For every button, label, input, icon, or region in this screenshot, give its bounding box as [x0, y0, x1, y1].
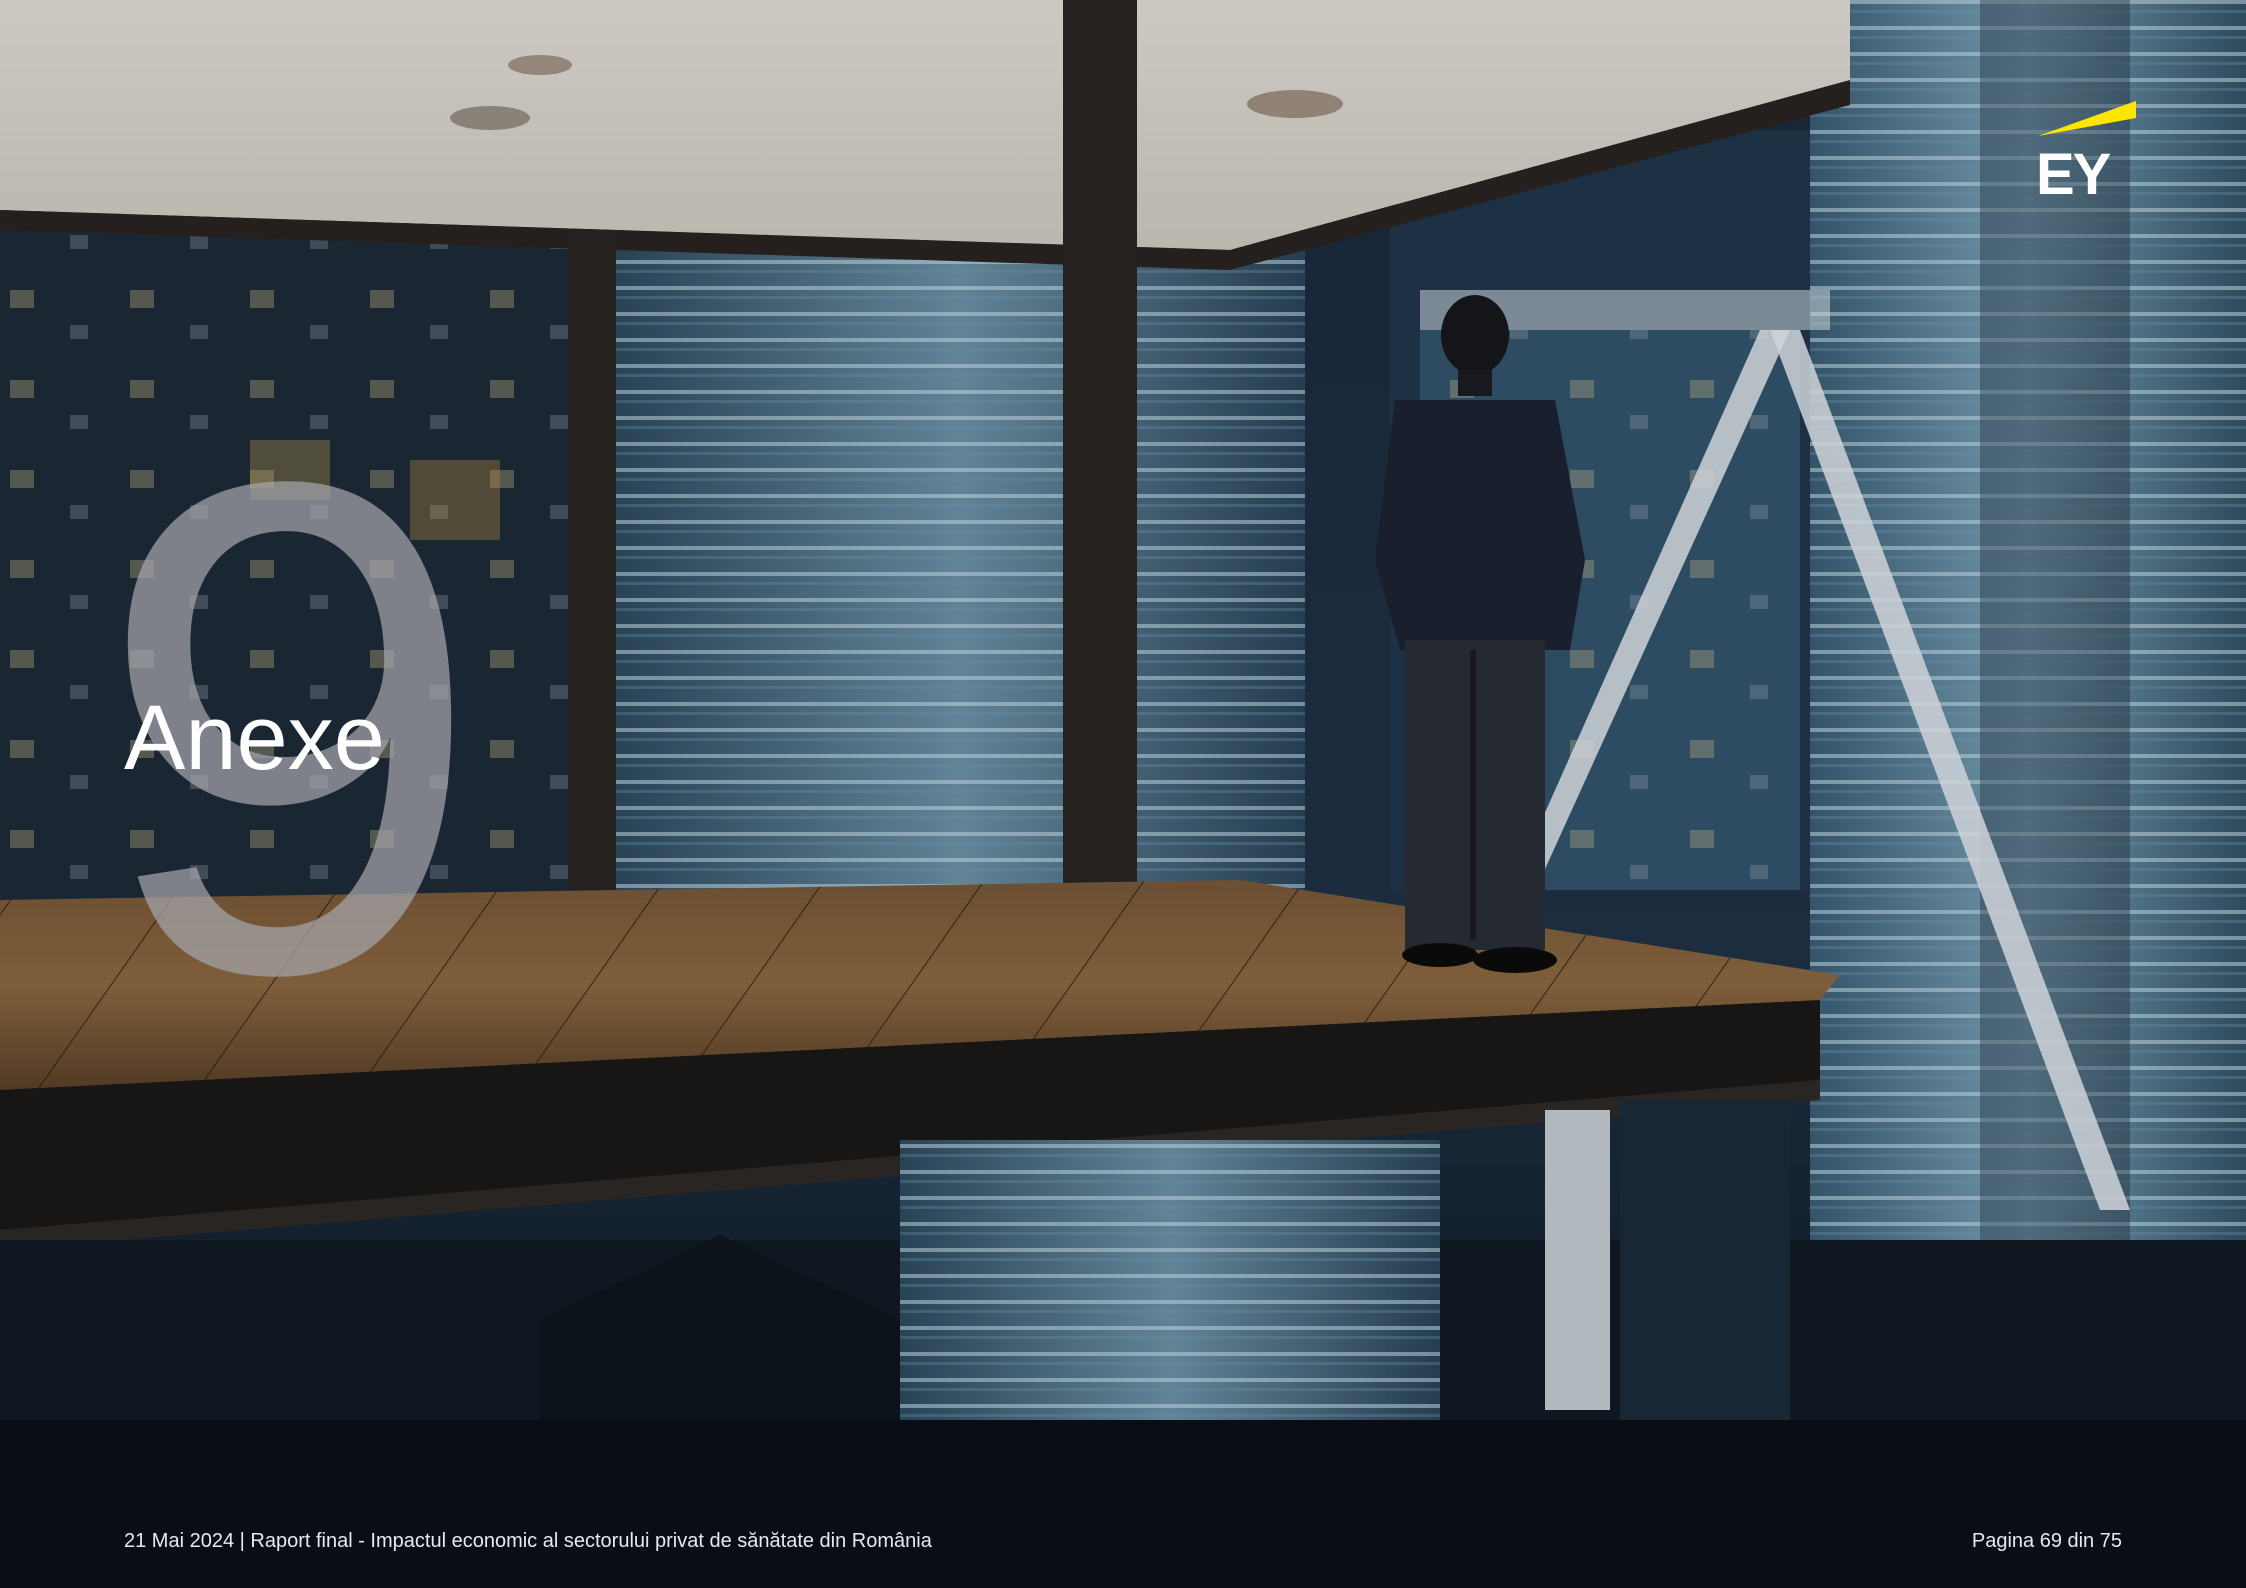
section-title: Anexe: [124, 687, 385, 789]
footer-document-info: 21 Mai 2024 | Raport final - Impactul ec…: [124, 1530, 932, 1552]
logo-text: EY: [2036, 142, 2111, 207]
ey-logo: EY: [2032, 96, 2142, 206]
footer-page-number: Pagina 69 din 75: [1971, 1530, 2122, 1552]
document-page: EY 9 Anexe 21 Mai 2024 | Raport final - …: [0, 0, 2246, 1588]
